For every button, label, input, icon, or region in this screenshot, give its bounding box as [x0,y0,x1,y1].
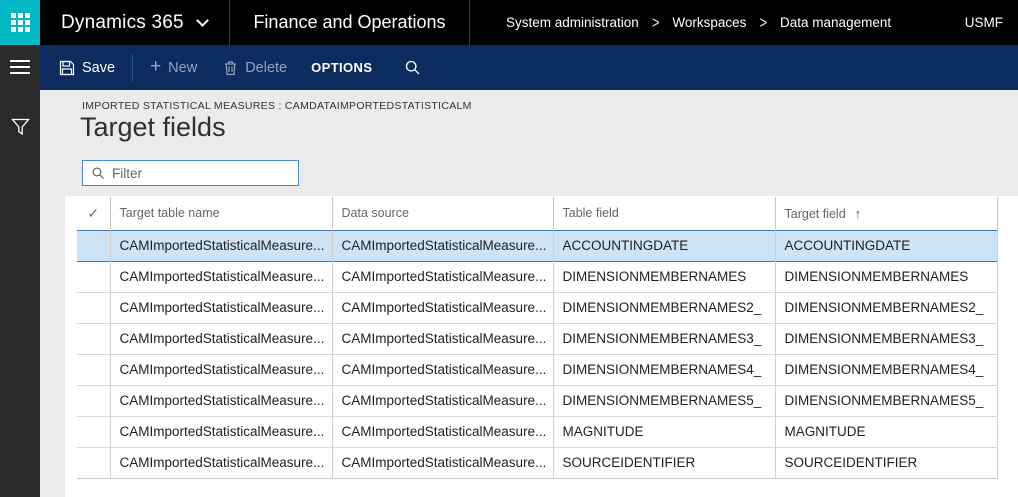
left-sidebar [0,45,40,497]
cell-table-field[interactable]: MAGNITUDE [553,416,776,447]
plus-icon: + [150,56,162,77]
trash-icon [225,60,237,75]
checkmark-icon: ✓ [87,204,100,221]
cell-data-source[interactable]: CAMImportedStatisticalMeasure... [332,292,554,323]
table-row[interactable]: CAMImportedStatisticalMeasure... CAMImpo… [77,354,998,385]
cell-table-field[interactable]: DIMENSIONMEMBERNAMES2_ [553,292,776,323]
cell-data-source[interactable]: CAMImportedStatisticalMeasure... [332,354,554,385]
cell-table-field[interactable]: DIMENSIONMEMBERNAMES3_ [553,323,776,354]
sort-ascending-icon: ↑ [854,205,862,221]
hamburger-icon [10,60,30,62]
app-name-label: Finance and Operations [253,12,446,32]
cell-target-table-name[interactable]: CAMImportedStatisticalMeasure... [110,385,333,416]
navigation-menu-button[interactable] [10,60,30,74]
column-header-target-table-name[interactable]: Target table name [110,197,333,230]
cell-table-field[interactable]: DIMENSIONMEMBERNAMES5_ [553,385,776,416]
row-select-cell[interactable] [77,416,111,447]
select-all-header[interactable]: ✓ [77,197,111,230]
app-launcher-button[interactable] [0,0,40,45]
row-select-cell[interactable] [77,447,111,478]
brand-label: Dynamics 365 [61,11,184,33]
app-window: Dynamics 365 Finance and Operations Syst… [0,0,1018,497]
cell-table-field[interactable]: ACCOUNTINGDATE [553,230,776,261]
cell-target-field[interactable]: DIMENSIONMEMBERNAMES2_ [775,292,998,323]
cell-target-field[interactable]: MAGNITUDE [775,416,998,447]
delete-label: Delete [245,59,288,76]
breadcrumb-separator-icon: > [651,13,660,32]
cell-target-field[interactable]: DIMENSIONMEMBERNAMES4_ [775,354,998,385]
cell-data-source[interactable]: CAMImportedStatisticalMeasure... [332,416,554,447]
column-header-target-field[interactable]: Target field ↑ [775,197,998,230]
search-icon [406,60,420,75]
table-row[interactable]: CAMImportedStatisticalMeasure... CAMImpo… [77,323,998,354]
company-selector[interactable]: USMF [965,0,1003,45]
row-select-cell[interactable] [77,385,111,416]
delete-button[interactable]: Delete [219,60,291,76]
page-title: Target fields [80,112,226,142]
table-row[interactable]: CAMImportedStatisticalMeasure... CAMImpo… [77,385,998,416]
app-name[interactable]: Finance and Operations [230,0,470,45]
cell-data-source[interactable]: CAMImportedStatisticalMeasure... [332,230,554,261]
target-fields-grid: ✓ Target table name Data source Table fi… [77,197,998,479]
filter-pane-button[interactable] [10,118,30,136]
breadcrumb-item-workspaces[interactable]: Workspaces [672,15,746,30]
main-content: IMPORTED STATISTICAL MEASURES : CAMDATAI… [40,90,1018,497]
waffle-icon [10,13,30,32]
filter-search-icon [92,167,105,180]
new-button[interactable]: + New [146,56,201,77]
cell-target-table-name[interactable]: CAMImportedStatisticalMeasure... [110,292,333,323]
dynamics-365-menu[interactable]: Dynamics 365 [40,0,230,45]
column-header-data-source[interactable]: Data source [332,197,554,230]
save-label: Save [82,59,116,76]
action-bar: Save + New Delete OPTIONS [40,45,1018,90]
cell-table-field[interactable]: DIMENSIONMEMBERNAMES4_ [553,354,776,385]
column-header-table-field[interactable]: Table field [553,197,776,230]
cell-data-source[interactable]: CAMImportedStatisticalMeasure... [332,261,554,292]
cell-target-table-name[interactable]: CAMImportedStatisticalMeasure... [110,416,333,447]
row-select-cell[interactable] [77,292,111,323]
cell-target-field[interactable]: DIMENSIONMEMBERNAMES5_ [775,385,998,416]
table-row[interactable]: CAMImportedStatisticalMeasure... CAMImpo… [77,416,998,447]
row-select-cell[interactable] [77,230,111,261]
breadcrumb-item-data-management[interactable]: Data management [780,15,891,30]
cell-target-field[interactable]: DIMENSIONMEMBERNAMES [775,261,998,292]
cell-table-field[interactable]: SOURCEIDENTIFIER [553,447,776,478]
table-row[interactable]: CAMImportedStatisticalMeasure... CAMImpo… [77,261,998,292]
cell-target-field[interactable]: ACCOUNTINGDATE [775,230,998,261]
row-select-cell[interactable] [77,354,111,385]
cell-data-source[interactable]: CAMImportedStatisticalMeasure... [332,447,554,478]
cell-table-field[interactable]: DIMENSIONMEMBERNAMES [553,261,776,292]
actionbar-divider [132,53,134,82]
cell-target-table-name[interactable]: CAMImportedStatisticalMeasure... [110,354,333,385]
cell-target-table-name[interactable]: CAMImportedStatisticalMeasure... [110,447,333,478]
save-icon [59,60,75,75]
filter-input[interactable] [112,165,282,181]
column-header-label: Target field [784,206,846,221]
cell-target-table-name[interactable]: CAMImportedStatisticalMeasure... [110,230,333,261]
breadcrumb-separator-icon: > [759,13,768,32]
save-button[interactable]: Save [55,60,119,76]
cell-target-field[interactable]: SOURCEIDENTIFIER [775,447,998,478]
breadcrumb: System administration > Workspaces > Dat… [506,0,891,45]
table-row[interactable]: CAMImportedStatisticalMeasure... CAMImpo… [77,230,998,261]
cell-target-table-name[interactable]: CAMImportedStatisticalMeasure... [110,261,333,292]
cell-target-table-name[interactable]: CAMImportedStatisticalMeasure... [110,323,333,354]
table-row[interactable]: CAMImportedStatisticalMeasure... CAMImpo… [77,292,998,323]
breadcrumb-item-system-administration[interactable]: System administration [506,15,639,30]
cell-data-source[interactable]: CAMImportedStatisticalMeasure... [332,323,554,354]
form-caption: IMPORTED STATISTICAL MEASURES : CAMDATAI… [82,100,472,112]
row-select-cell[interactable] [77,261,111,292]
grid-header-row: ✓ Target table name Data source Table fi… [77,197,998,230]
top-navigation-bar: Dynamics 365 Finance and Operations Syst… [0,0,1018,45]
funnel-icon [10,118,30,136]
actionbar-search-button[interactable] [404,59,421,76]
quick-filter [82,160,299,186]
table-row[interactable]: CAMImportedStatisticalMeasure... CAMImpo… [77,447,998,478]
options-tab[interactable]: OPTIONS [311,60,372,75]
cell-data-source[interactable]: CAMImportedStatisticalMeasure... [332,385,554,416]
new-label: New [168,59,198,76]
cell-target-field[interactable]: DIMENSIONMEMBERNAMES3_ [775,323,998,354]
chevron-down-icon [195,13,209,27]
row-select-cell[interactable] [77,323,111,354]
